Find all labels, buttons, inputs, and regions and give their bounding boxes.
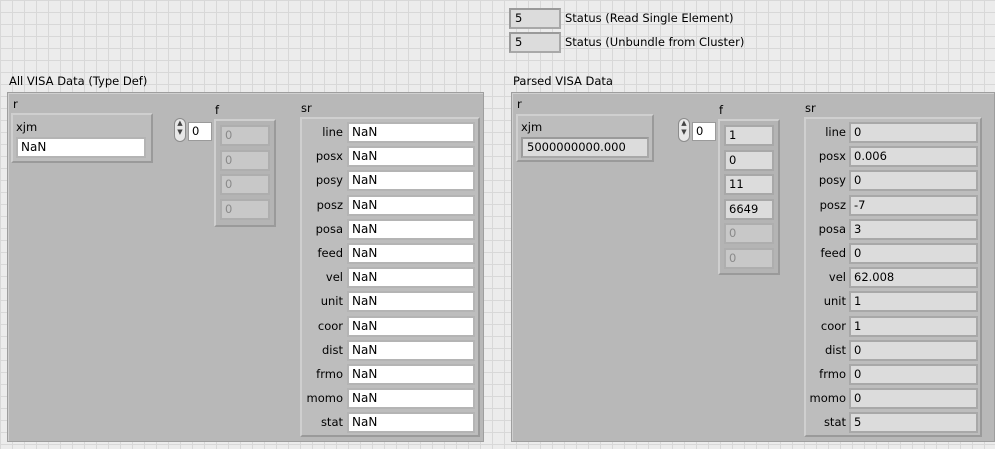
right-sr-field-posz: -7 bbox=[849, 194, 978, 216]
left-sr-field-label: line bbox=[322, 125, 343, 139]
left-sr-field-unit[interactable]: NaN bbox=[347, 291, 475, 313]
left-f-element[interactable]: 0 bbox=[220, 198, 270, 220]
left-cluster-title: All VISA Data (Type Def) bbox=[9, 74, 148, 88]
right-f-element: 1 bbox=[724, 125, 774, 146]
left-sr-field-dist[interactable]: NaN bbox=[347, 339, 475, 361]
left-sr-field-posx[interactable]: NaN bbox=[347, 146, 475, 168]
right-f-element: 0 bbox=[724, 223, 774, 244]
left-f-label: f bbox=[215, 103, 220, 117]
right-cluster-title: Parsed VISA Data bbox=[513, 74, 613, 88]
right-sr-field-feed: 0 bbox=[849, 243, 978, 264]
left-sr-field-label: dist bbox=[322, 342, 343, 357]
left-sr-field-label: posz bbox=[316, 197, 343, 212]
right-f-element: 0 bbox=[724, 149, 774, 171]
right-sr-field-label: unit bbox=[823, 294, 846, 309]
left-sr-field-label: frmo bbox=[316, 367, 343, 381]
left-r-label: r bbox=[13, 97, 18, 111]
left-sr-field-frmo[interactable]: NaN bbox=[347, 364, 475, 385]
left-sr-field-label: momo bbox=[306, 391, 343, 406]
right-f-element: 11 bbox=[724, 174, 774, 195]
right-sr-field-label: posy bbox=[818, 173, 846, 188]
right-f-index-spinner-icon[interactable]: ▲ ▼ bbox=[678, 118, 690, 142]
right-f-element: 6649 bbox=[724, 198, 774, 220]
left-sr-field-label: posy bbox=[315, 173, 343, 188]
right-sr-field-label: stat bbox=[823, 415, 846, 430]
status-read-single-label: Status (Read Single Element) bbox=[565, 11, 734, 25]
right-sr-field-momo: 0 bbox=[849, 388, 978, 410]
left-sr-field-feed[interactable]: NaN bbox=[347, 243, 475, 264]
status-read-single-indicator: 5 bbox=[509, 8, 561, 29]
left-sr-field-label: stat bbox=[320, 415, 343, 430]
left-sr-field-posy[interactable]: NaN bbox=[347, 170, 475, 192]
left-f-index-input[interactable]: 0 bbox=[188, 122, 212, 141]
left-sr-label: sr bbox=[301, 101, 312, 115]
right-sr-field-posx: 0.006 bbox=[849, 146, 978, 168]
right-sr-field-label: feed bbox=[820, 246, 847, 260]
right-xjm-indicator: 5000000000.000 bbox=[521, 137, 649, 158]
right-f-index-input[interactable]: 0 bbox=[692, 122, 716, 141]
left-sr-field-stat[interactable]: NaN bbox=[347, 412, 475, 434]
right-f-element: 0 bbox=[724, 247, 774, 269]
right-sr-field-label: posx bbox=[818, 149, 846, 164]
left-sr-field-label: posx bbox=[315, 149, 343, 164]
right-sr-field-posy: 0 bbox=[849, 170, 978, 192]
left-xjm-label: xjm bbox=[16, 120, 38, 134]
right-sr-field-label: posa bbox=[818, 221, 846, 236]
left-sr-field-posa[interactable]: NaN bbox=[347, 218, 475, 240]
right-sr-field-label: vel bbox=[828, 270, 846, 285]
right-sr-field-label: momo bbox=[809, 391, 846, 406]
right-sr-label: sr bbox=[805, 101, 816, 115]
right-sr-field-label: line bbox=[825, 125, 846, 139]
left-sr-field-label: feed bbox=[317, 246, 344, 260]
left-f-index-spinner-icon[interactable]: ▲ ▼ bbox=[174, 118, 186, 142]
right-sr-field-dist: 0 bbox=[849, 339, 978, 361]
right-sr-field-line: 0 bbox=[849, 122, 978, 143]
left-f-element[interactable]: 0 bbox=[220, 125, 270, 146]
right-f-label: f bbox=[719, 103, 724, 117]
left-sr-field-label: coor bbox=[317, 318, 343, 333]
right-sr-field-frmo: 0 bbox=[849, 364, 978, 385]
status-unbundle-indicator: 5 bbox=[509, 32, 561, 53]
left-xjm-input[interactable]: NaN bbox=[16, 137, 146, 158]
right-sr-field-label: dist bbox=[825, 342, 846, 357]
right-r-label: r bbox=[517, 97, 522, 111]
left-f-element[interactable]: 0 bbox=[220, 149, 270, 171]
right-sr-field-label: coor bbox=[820, 318, 846, 333]
status-unbundle-label: Status (Unbundle from Cluster) bbox=[565, 35, 745, 49]
right-sr-field-unit: 1 bbox=[849, 291, 978, 313]
left-sr-field-coor[interactable]: NaN bbox=[347, 315, 475, 337]
right-sr-field-label: frmo bbox=[819, 367, 846, 381]
left-sr-field-momo[interactable]: NaN bbox=[347, 388, 475, 410]
right-sr-field-coor: 1 bbox=[849, 315, 978, 337]
left-f-element[interactable]: 0 bbox=[220, 174, 270, 195]
left-sr-field-posz[interactable]: NaN bbox=[347, 194, 475, 216]
right-sr-field-posa: 3 bbox=[849, 218, 978, 240]
right-sr-field-vel: 62.008 bbox=[849, 267, 978, 289]
right-xjm-label: xjm bbox=[521, 120, 543, 134]
left-sr-field-vel[interactable]: NaN bbox=[347, 267, 475, 289]
left-sr-field-line[interactable]: NaN bbox=[347, 122, 475, 143]
left-sr-field-label: unit bbox=[320, 294, 343, 309]
right-sr-field-stat: 5 bbox=[849, 412, 978, 434]
left-sr-field-label: vel bbox=[325, 270, 343, 285]
right-sr-field-label: posz bbox=[819, 197, 846, 212]
left-sr-field-label: posa bbox=[315, 221, 343, 236]
